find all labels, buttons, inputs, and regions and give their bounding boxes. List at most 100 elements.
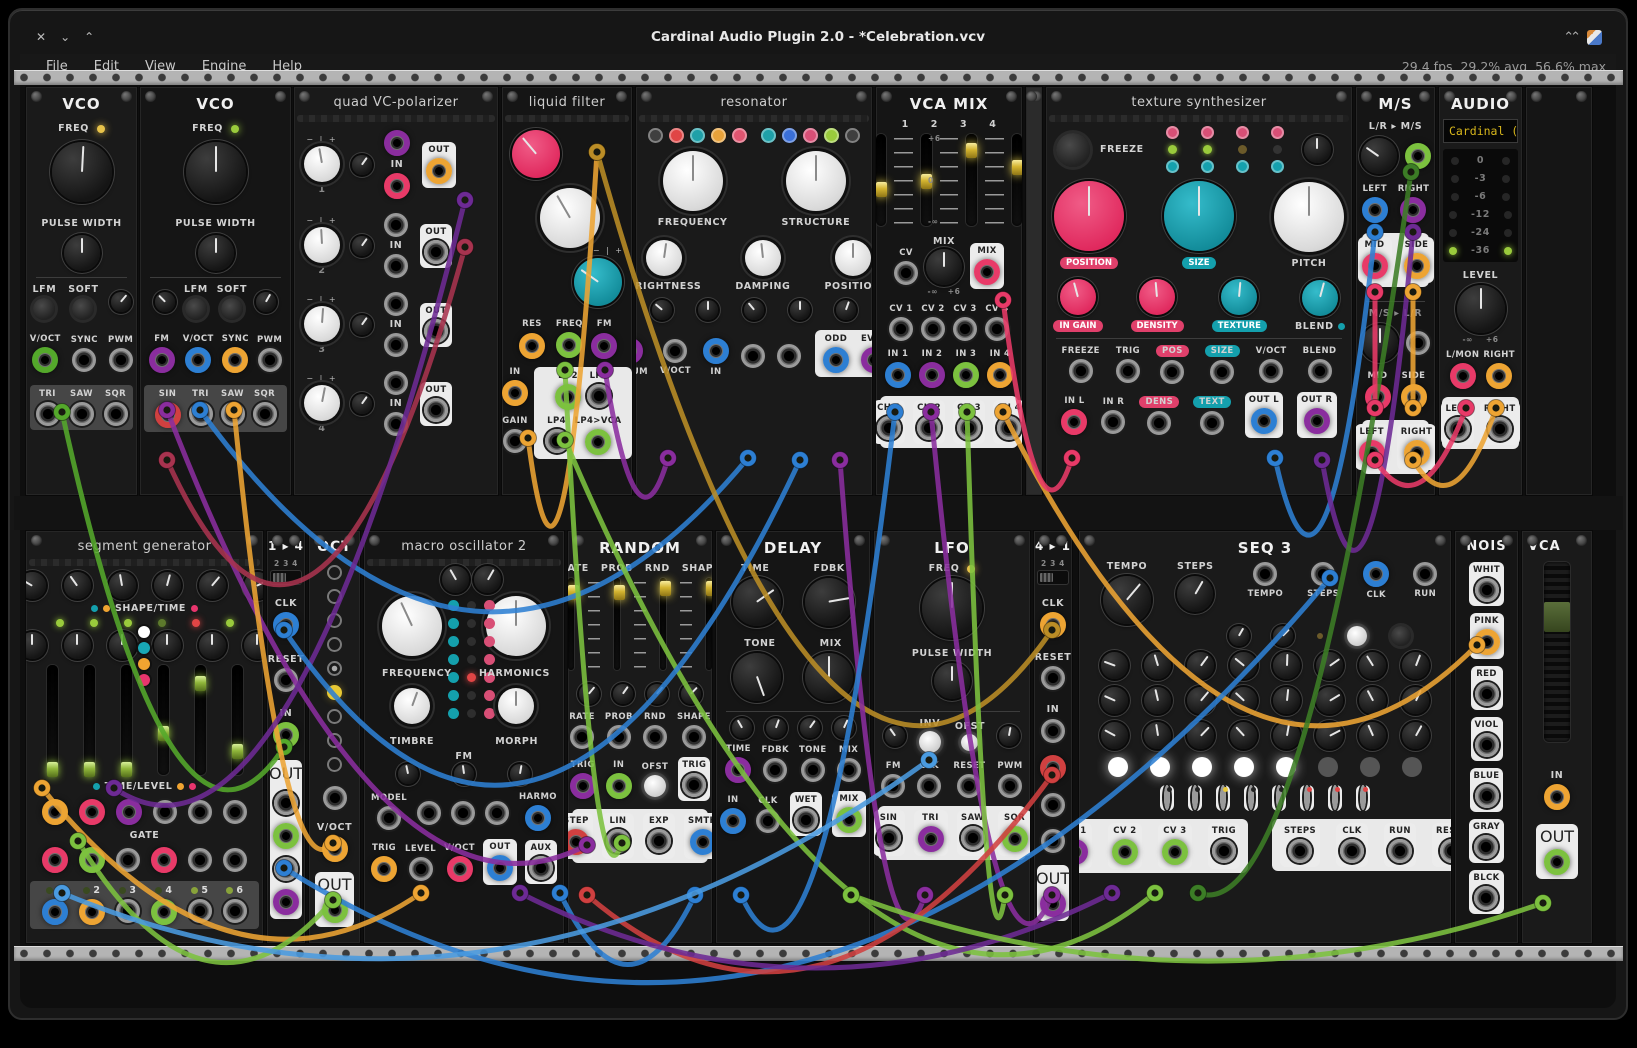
freq-knob[interactable] xyxy=(922,578,982,638)
seq-step-knob[interactable] xyxy=(1101,687,1128,714)
jack-j2[interactable] xyxy=(116,796,142,825)
jack-steps[interactable]: STEPS xyxy=(1307,562,1339,599)
jack[interactable] xyxy=(690,829,714,855)
jack-even[interactable]: EVEN xyxy=(861,334,873,373)
gate-jack[interactable] xyxy=(1188,785,1202,811)
mix-trim[interactable] xyxy=(834,718,854,738)
jack[interactable] xyxy=(1474,886,1498,910)
mode-dot[interactable] xyxy=(711,128,726,143)
jack[interactable] xyxy=(1078,839,1088,865)
pwm-trim-knob[interactable] xyxy=(111,292,131,312)
module-liquid-filter[interactable]: liquid filter − | + RESFREQFM IN GAIN BP… xyxy=(501,86,633,496)
jack-j0[interactable] xyxy=(42,844,68,873)
jack[interactable] xyxy=(1116,359,1140,383)
jack[interactable] xyxy=(79,799,105,825)
jack[interactable] xyxy=(155,402,181,428)
jack-j4[interactable] xyxy=(777,344,801,371)
jack[interactable] xyxy=(451,801,475,825)
mode-dot[interactable] xyxy=(690,128,705,143)
random-slider-1[interactable] xyxy=(614,578,620,670)
jack[interactable] xyxy=(1475,784,1499,808)
slider-handle[interactable] xyxy=(47,762,58,777)
jack[interactable] xyxy=(682,773,706,797)
jack[interactable] xyxy=(1450,363,1476,389)
jack-right[interactable]: RIGHT xyxy=(1480,401,1520,445)
jack-pos[interactable]: POS xyxy=(1156,345,1189,384)
jack-lp2[interactable]: LP2 xyxy=(587,371,611,410)
module-nois[interactable]: NOIS WHITPINKREDVIOLBLUEGRAYBLCK xyxy=(1454,530,1519,944)
jack-sqr[interactable]: SQR xyxy=(104,389,128,426)
jack[interactable] xyxy=(957,416,981,440)
segment-mode-icon[interactable] xyxy=(138,674,150,686)
jack[interactable] xyxy=(1362,197,1388,223)
jack-j3[interactable] xyxy=(485,798,509,825)
jack[interactable] xyxy=(1401,384,1427,410)
frequency-knob[interactable] xyxy=(382,596,442,656)
jack-out[interactable] xyxy=(322,897,348,923)
jack-v-oct[interactable]: V/OCT xyxy=(660,339,691,376)
tone-trim[interactable] xyxy=(800,718,820,738)
jack[interactable] xyxy=(447,856,473,882)
jack-freq[interactable]: FREQ xyxy=(556,319,583,358)
jack-in[interactable]: IN xyxy=(720,795,746,834)
jack-clk[interactable] xyxy=(273,612,299,638)
jack-out[interactable] xyxy=(273,823,299,849)
jack[interactable] xyxy=(763,758,787,782)
shape-knob[interactable] xyxy=(64,572,91,599)
channel-switch[interactable] xyxy=(271,571,301,584)
jack-mix[interactable]: MIX xyxy=(837,745,861,782)
shape-trim[interactable] xyxy=(681,684,701,704)
jack-pwm[interactable]: PWM xyxy=(997,761,1022,798)
jack-right[interactable]: RIGHT xyxy=(1397,424,1436,470)
jack-in[interactable] xyxy=(1040,755,1066,781)
jack-fm[interactable]: FM xyxy=(149,334,175,373)
model-icon-left[interactable] xyxy=(448,654,459,665)
jack-in-3[interactable]: IN 3 xyxy=(953,349,979,388)
jack[interactable] xyxy=(149,347,175,373)
jack-v-oct[interactable]: V/OCT xyxy=(183,334,214,373)
jack[interactable] xyxy=(682,725,706,749)
jack[interactable] xyxy=(426,158,452,184)
jack[interactable] xyxy=(116,899,140,923)
jack[interactable] xyxy=(663,339,687,363)
slider-handle[interactable] xyxy=(158,726,169,741)
jack[interactable] xyxy=(1404,253,1430,279)
time-knob[interactable] xyxy=(109,632,136,659)
module-segment-generator[interactable]: segment generator SHAPE/TIME TIME/LEVEL … xyxy=(25,530,264,944)
jack-clk[interactable]: CLK xyxy=(1336,823,1368,867)
jack-in[interactable] xyxy=(273,722,299,748)
jack[interactable] xyxy=(801,758,825,782)
jack[interactable] xyxy=(109,348,133,372)
jack-smth[interactable]: SMTH xyxy=(684,813,713,859)
octave-step[interactable] xyxy=(327,613,342,628)
time-knob[interactable] xyxy=(154,632,181,659)
jack[interactable] xyxy=(919,362,945,388)
module-vca[interactable]: VCA IN OUT xyxy=(1521,530,1593,944)
jack[interactable] xyxy=(725,757,751,783)
jack[interactable] xyxy=(1308,359,1332,383)
jack-fdbk[interactable]: FDBK xyxy=(761,745,789,782)
channel-switch[interactable] xyxy=(1038,571,1068,584)
pulse-width-knob[interactable] xyxy=(198,235,234,271)
jack-freeze[interactable]: FREEZE xyxy=(1062,346,1100,383)
jack[interactable] xyxy=(1488,417,1512,441)
jack-out[interactable]: OUT xyxy=(420,303,452,347)
jack-clk[interactable] xyxy=(1040,612,1066,638)
jack-saw[interactable]: SAW xyxy=(957,810,989,856)
seq-step-knob[interactable] xyxy=(1187,722,1214,749)
mode-dot[interactable] xyxy=(648,128,663,143)
polarizer-knob[interactable] xyxy=(304,146,340,182)
jack[interactable] xyxy=(1475,733,1499,757)
jack[interactable] xyxy=(417,801,441,825)
jack[interactable] xyxy=(223,899,247,923)
slider-handle[interactable] xyxy=(121,762,132,777)
module-texture-synthesizer[interactable]: texture synthesizer FREEZE POSITIONSIZEP… xyxy=(1045,86,1353,496)
damping-knob[interactable] xyxy=(745,240,781,276)
seq-step-knob[interactable] xyxy=(1316,652,1343,679)
seq-step-knob[interactable] xyxy=(1230,652,1257,679)
fm-amount-knob[interactable] xyxy=(574,258,622,306)
random-slider-3[interactable] xyxy=(706,578,712,670)
jack-in-b[interactable] xyxy=(384,333,408,357)
jack-out[interactable] xyxy=(274,791,298,815)
module-oct[interactable]: OCT V/OCT OUT xyxy=(308,530,361,944)
